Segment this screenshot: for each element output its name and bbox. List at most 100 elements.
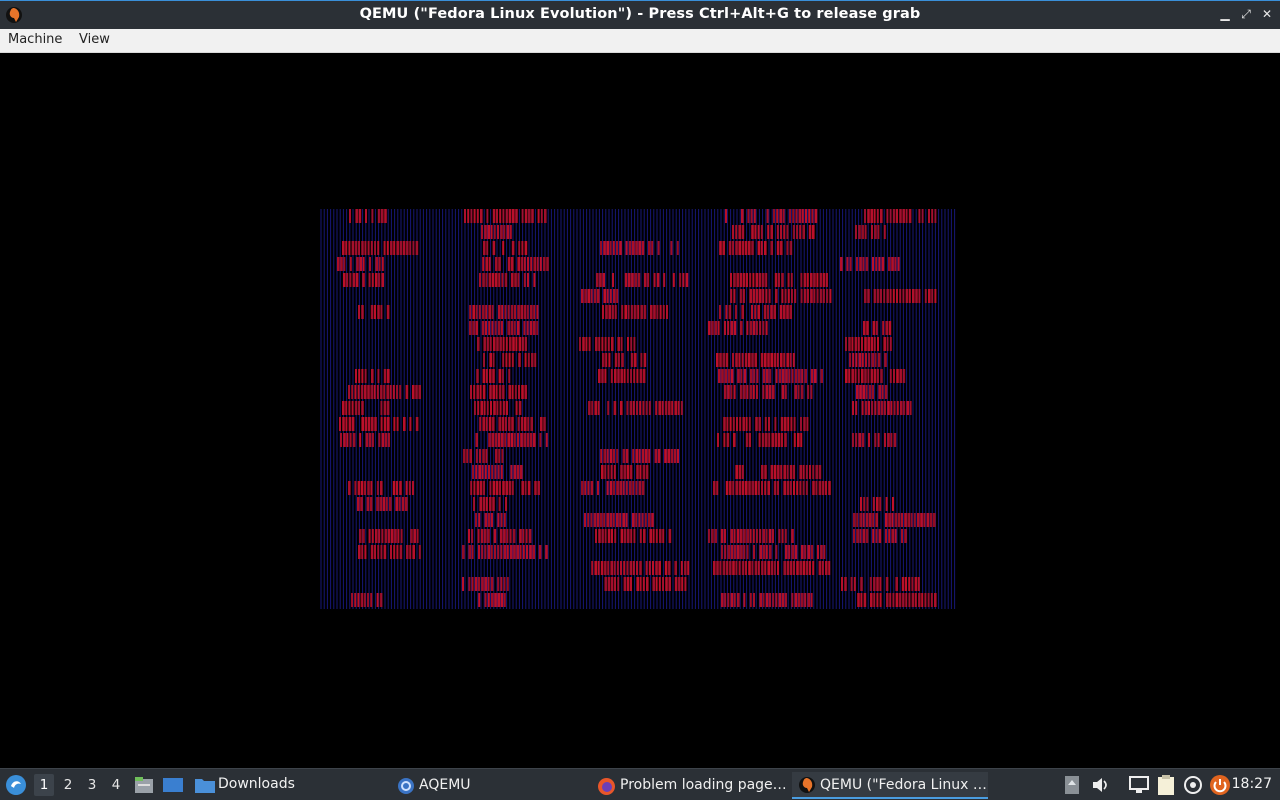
close-button[interactable]: ✕ [1258, 5, 1276, 23]
guest-glitch-block [604, 577, 607, 591]
guest-glitch-block [746, 385, 749, 399]
guest-glitch-block [607, 465, 610, 479]
guest-glitch-block [613, 561, 616, 575]
task-qemu[interactable]: QEMU ("Fedora Linux … [792, 772, 988, 799]
guest-glitch-block [856, 529, 859, 543]
guest-glitch-block [870, 337, 874, 351]
show-desktop-icon[interactable] [162, 776, 184, 794]
workspace-4[interactable]: 4 [106, 774, 126, 796]
guest-glitch-block [738, 353, 741, 367]
maximize-button[interactable]: ⤢ [1237, 5, 1255, 23]
network-icon[interactable] [1128, 775, 1150, 795]
task-firefox[interactable]: Problem loading page… [595, 772, 815, 799]
guest-glitch-block [524, 385, 527, 399]
guest-glitch-block [405, 497, 408, 511]
guest-glitch-block [406, 241, 409, 255]
guest-glitch-block [767, 353, 770, 367]
guest-glitch-block [923, 513, 926, 527]
guest-glitch-block [527, 257, 529, 271]
guest-glitch-block [802, 481, 805, 495]
guest-glitch-block [774, 273, 778, 287]
guest-glitch-block [482, 497, 486, 511]
menu-machine[interactable]: Machine [8, 32, 62, 47]
guest-glitch-block [808, 225, 812, 239]
guest-glitch-block [746, 529, 749, 543]
minimize-button[interactable]: ▁ [1216, 5, 1234, 23]
guest-glitch-block [471, 577, 474, 591]
guest-glitch-block [855, 225, 857, 239]
guest-glitch-block [921, 593, 924, 607]
guest-glitch-block [841, 577, 843, 591]
window-titlebar[interactable]: QEMU ("Fedora Linux Evolution") - Press … [0, 0, 1280, 29]
guest-glitch-block [370, 481, 373, 495]
guest-glitch-block [497, 545, 500, 559]
guest-glitch-block [500, 225, 503, 239]
guest-glitch-block [761, 561, 764, 575]
guest-glitch-block [603, 449, 606, 463]
notifications-icon[interactable] [1064, 775, 1080, 795]
guest-glitch-block [875, 513, 878, 527]
file-manager-icon[interactable] [134, 776, 154, 794]
guest-glitch-block [818, 465, 822, 479]
start-menu-icon[interactable] [5, 774, 27, 796]
guest-glitch-block [499, 401, 502, 415]
guest-glitch-block [755, 273, 759, 287]
guest-glitch-block [352, 433, 356, 447]
guest-glitch-block [373, 385, 376, 399]
guest-glitch-block [604, 529, 607, 543]
guest-glitch-block [489, 481, 492, 495]
guest-glitch-block [618, 353, 620, 367]
guest-glitch-block [730, 273, 732, 287]
guest-glitch-block [813, 273, 816, 287]
guest-glitch-block [744, 353, 748, 367]
guest-glitch-block [477, 529, 480, 543]
guest-glitch-block [389, 497, 392, 511]
guest-glitch-block [718, 369, 721, 383]
guest-glitch-block [523, 321, 526, 335]
vm-display[interactable] [0, 53, 1280, 768]
guest-glitch-block [848, 337, 851, 351]
guest-glitch-block [798, 369, 801, 383]
guest-glitch-block [748, 417, 751, 431]
task-qemu-label: QEMU ("Fedora Linux … [820, 777, 987, 793]
guest-glitch-block [724, 321, 726, 335]
guest-glitch-block [801, 593, 804, 607]
guest-glitch-block [713, 481, 716, 495]
guest-glitch-block [506, 545, 509, 559]
guest-glitch-block [406, 545, 409, 559]
guest-glitch-block [494, 433, 498, 447]
guest-glitch-block [380, 481, 383, 495]
menu-view[interactable]: View [79, 32, 110, 47]
guest-glitch-block [510, 321, 514, 335]
guest-glitch-block [672, 273, 675, 287]
guest-glitch-block [399, 545, 403, 559]
workspace-1[interactable]: 1 [34, 774, 54, 796]
guest-glitch-block [733, 433, 736, 447]
guest-glitch-block [533, 321, 536, 335]
guest-glitch-block [492, 497, 495, 511]
guest-glitch-block [474, 401, 476, 415]
guest-glitch-block [855, 433, 858, 447]
downloads-folder-label[interactable]: Downloads [218, 776, 295, 792]
guest-glitch-block [527, 417, 530, 431]
power-icon[interactable] [1209, 774, 1231, 796]
guest-glitch-block [924, 289, 927, 303]
guest-glitch-block [676, 241, 679, 255]
guest-glitch-block [472, 321, 475, 335]
updates-icon[interactable] [1183, 775, 1203, 795]
clipboard-icon[interactable] [1156, 774, 1176, 796]
task-aqemu[interactable]: AQEMU [395, 772, 599, 799]
guest-glitch-block [914, 593, 917, 607]
guest-glitch-block [475, 321, 478, 335]
guest-glitch-block [478, 545, 480, 559]
volume-icon[interactable] [1091, 775, 1111, 795]
guest-glitch-block [913, 513, 916, 527]
workspace-3[interactable]: 3 [82, 774, 102, 796]
guest-glitch-block [628, 273, 631, 287]
guest-glitch-block [740, 385, 743, 399]
guest-glitch-block [416, 529, 419, 543]
guest-glitch-block [890, 401, 893, 415]
guest-glitch-block [389, 385, 392, 399]
guest-glitch-block [908, 289, 911, 303]
workspace-2[interactable]: 2 [58, 774, 78, 796]
